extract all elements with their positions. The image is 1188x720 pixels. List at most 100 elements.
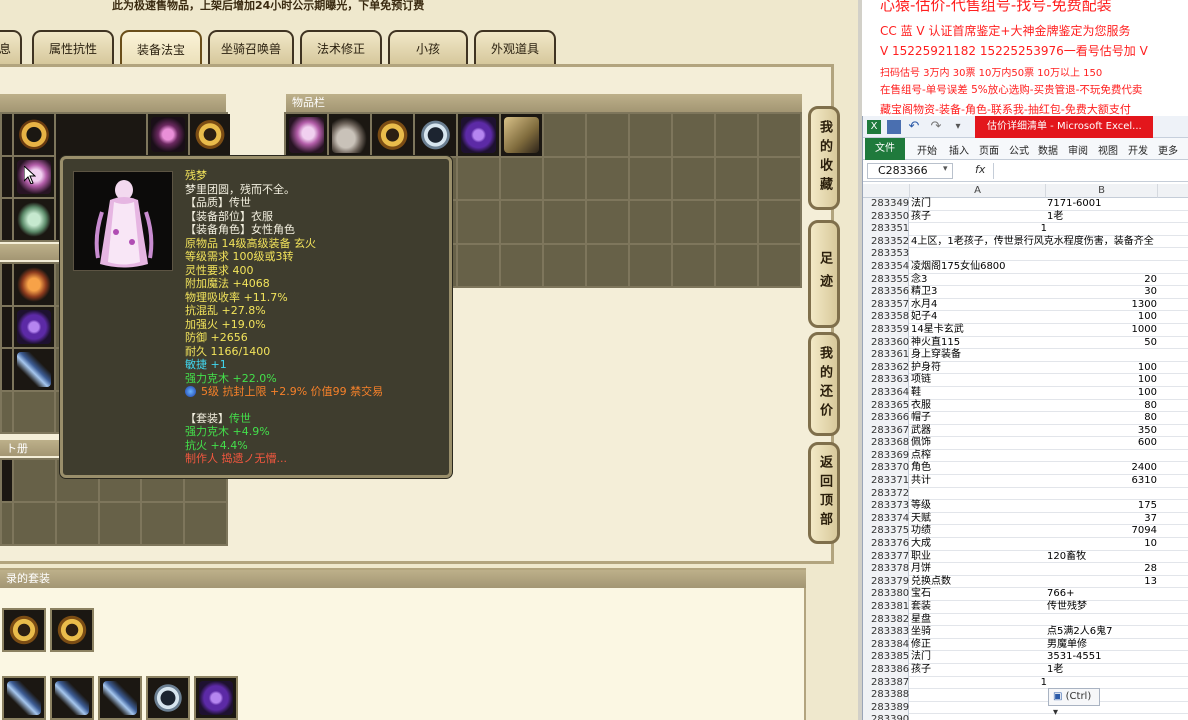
row-number[interactable]: 283353: [863, 248, 909, 261]
paste-options-button[interactable]: ▣ (Ctrl) ▾: [1048, 688, 1100, 718]
inventory-slot[interactable]: [716, 114, 757, 156]
my-offers-button[interactable]: 我的还价: [808, 332, 840, 436]
gem-slot[interactable]: [2, 349, 12, 390]
cell-a[interactable]: 佩饰: [911, 437, 1047, 449]
inventory-slot[interactable]: [587, 201, 628, 243]
tab-info[interactable]: 息: [0, 30, 22, 64]
sheet-row[interactable]: 283387 1: [863, 676, 1188, 690]
cell-a[interactable]: 孩子: [911, 664, 1047, 676]
row-number[interactable]: 283351: [863, 223, 909, 236]
cell-b[interactable]: 100: [1047, 387, 1157, 399]
sheet-row[interactable]: 283364 鞋 100: [863, 386, 1188, 400]
row-number[interactable]: 283357: [863, 298, 909, 312]
ribbon-tab-file[interactable]: 文件: [865, 138, 905, 160]
row-number[interactable]: 283390: [863, 714, 909, 720]
set-item-slot[interactable]: [98, 676, 142, 720]
row-number[interactable]: 283381: [863, 601, 909, 614]
cell-b[interactable]: 点5满2人6鬼7: [1047, 626, 1157, 638]
sheet-row[interactable]: 283359 14星卡玄武 1000: [863, 323, 1188, 337]
gem-slot[interactable]: [14, 391, 54, 432]
inventory-slot[interactable]: [501, 201, 542, 243]
album-slot[interactable]: [2, 460, 12, 501]
sheet-row[interactable]: 283376 大成 10: [863, 538, 1188, 551]
row-number[interactable]: 283377: [863, 550, 909, 564]
row-number[interactable]: 283380: [863, 588, 909, 601]
album-slot[interactable]: [99, 503, 141, 544]
tab-mounts-summons[interactable]: 坐骑召唤兽: [208, 30, 294, 64]
cell-a[interactable]: 念3: [911, 274, 1047, 286]
cell-b[interactable]: 3531-4551: [1047, 651, 1157, 663]
cell-a[interactable]: 武器: [911, 425, 1047, 437]
cell-b[interactable]: 350: [1047, 425, 1157, 437]
equip-slot[interactable]: [14, 199, 54, 240]
sheet-row[interactable]: 283360 神火直115 50: [863, 336, 1188, 350]
row-number[interactable]: 283356: [863, 286, 909, 299]
row-number[interactable]: 283355: [863, 273, 909, 287]
album-slot[interactable]: [185, 503, 226, 544]
row-number[interactable]: 283374: [863, 512, 909, 526]
cell-b[interactable]: 30: [1047, 286, 1157, 298]
row-number[interactable]: 283373: [863, 500, 909, 513]
cell-a[interactable]: 套装: [911, 601, 1047, 613]
inventory-slot[interactable]: [501, 157, 542, 199]
back-to-top-button[interactable]: 返回顶部: [808, 442, 840, 544]
row-number[interactable]: 283354: [863, 260, 909, 274]
undo-icon[interactable]: ↶: [907, 120, 921, 134]
gem-slot[interactable]: [14, 349, 54, 390]
inventory-slot[interactable]: [759, 114, 800, 156]
fx-icon[interactable]: fx: [975, 163, 985, 176]
row-number[interactable]: 283358: [863, 311, 909, 324]
sheet-row[interactable]: 283363 项链 100: [863, 374, 1188, 387]
inventory-slot[interactable]: [544, 114, 585, 156]
inventory-slot[interactable]: [759, 157, 800, 199]
ribbon-tab-view[interactable]: 视图: [1098, 142, 1118, 157]
row-number[interactable]: 283366: [863, 412, 909, 425]
gem-slot[interactable]: [14, 306, 54, 347]
row-number[interactable]: 283352: [863, 235, 909, 249]
sheet-row[interactable]: 283362 护身符 100: [863, 361, 1188, 375]
ribbon-tab-home[interactable]: 开始: [917, 142, 937, 157]
inventory-slot[interactable]: [630, 157, 671, 199]
sheet-row[interactable]: 283388: [863, 689, 1188, 702]
sheet-row[interactable]: 283372: [863, 487, 1188, 501]
inventory-slot[interactable]: [544, 201, 585, 243]
cell-a[interactable]: 修正: [911, 639, 1047, 651]
cell-a[interactable]: 星盘: [911, 614, 1047, 626]
album-slot[interactable]: [142, 503, 184, 544]
sheet-row[interactable]: 283390: [863, 714, 1188, 720]
inventory-slot[interactable]: [458, 114, 499, 156]
row-number[interactable]: 283376: [863, 538, 909, 551]
sheet-row[interactable]: 283349 法门 7171-6001: [863, 198, 1188, 211]
cell-a[interactable]: 功绩: [911, 525, 1047, 537]
select-all-corner[interactable]: [863, 184, 910, 198]
equip-slot[interactable]: [2, 156, 12, 198]
inventory-slot[interactable]: [415, 114, 456, 156]
cell-b[interactable]: 6310: [1047, 475, 1157, 487]
cell-b[interactable]: 1000: [1047, 324, 1157, 336]
sheet-row[interactable]: 283354 凌烟阁175女仙6800: [863, 260, 1188, 274]
sheet-row[interactable]: 283384 修正 男魔单修: [863, 638, 1188, 652]
sheet-row[interactable]: 283378 月饼 28: [863, 563, 1188, 576]
set-item-slot[interactable]: [194, 676, 238, 720]
equip-slot[interactable]: [190, 114, 230, 155]
name-box[interactable]: C283366: [867, 163, 953, 179]
ribbon-tab-developer[interactable]: 开发: [1128, 142, 1148, 157]
sheet-row[interactable]: 283369 点榨: [863, 449, 1188, 463]
sheet-row[interactable]: 283373 等级 175: [863, 500, 1188, 513]
gem-slot[interactable]: [2, 264, 12, 305]
name-box-dropdown-icon[interactable]: ▾: [943, 164, 948, 174]
column-header-c[interactable]: [1158, 184, 1188, 198]
cell-b[interactable]: 37: [1047, 513, 1157, 525]
equip-slot[interactable]: [148, 114, 188, 155]
sheet-row[interactable]: 283365 衣服 80: [863, 399, 1188, 413]
cell-b[interactable]: 80: [1047, 412, 1157, 424]
sheet-row[interactable]: 283366 帽子 80: [863, 412, 1188, 425]
row-number[interactable]: 283385: [863, 651, 909, 664]
cell-a[interactable]: 水月4: [911, 299, 1047, 311]
sheet-row[interactable]: 283356 精卫3 30: [863, 286, 1188, 299]
cell-a[interactable]: 宝石: [911, 588, 1047, 600]
cell-a[interactable]: 等级: [911, 500, 1047, 512]
sheet-row[interactable]: 283374 天赋 37: [863, 512, 1188, 526]
sheet-row[interactable]: 283351 1: [863, 223, 1188, 236]
cell-b[interactable]: 100: [1047, 362, 1157, 374]
